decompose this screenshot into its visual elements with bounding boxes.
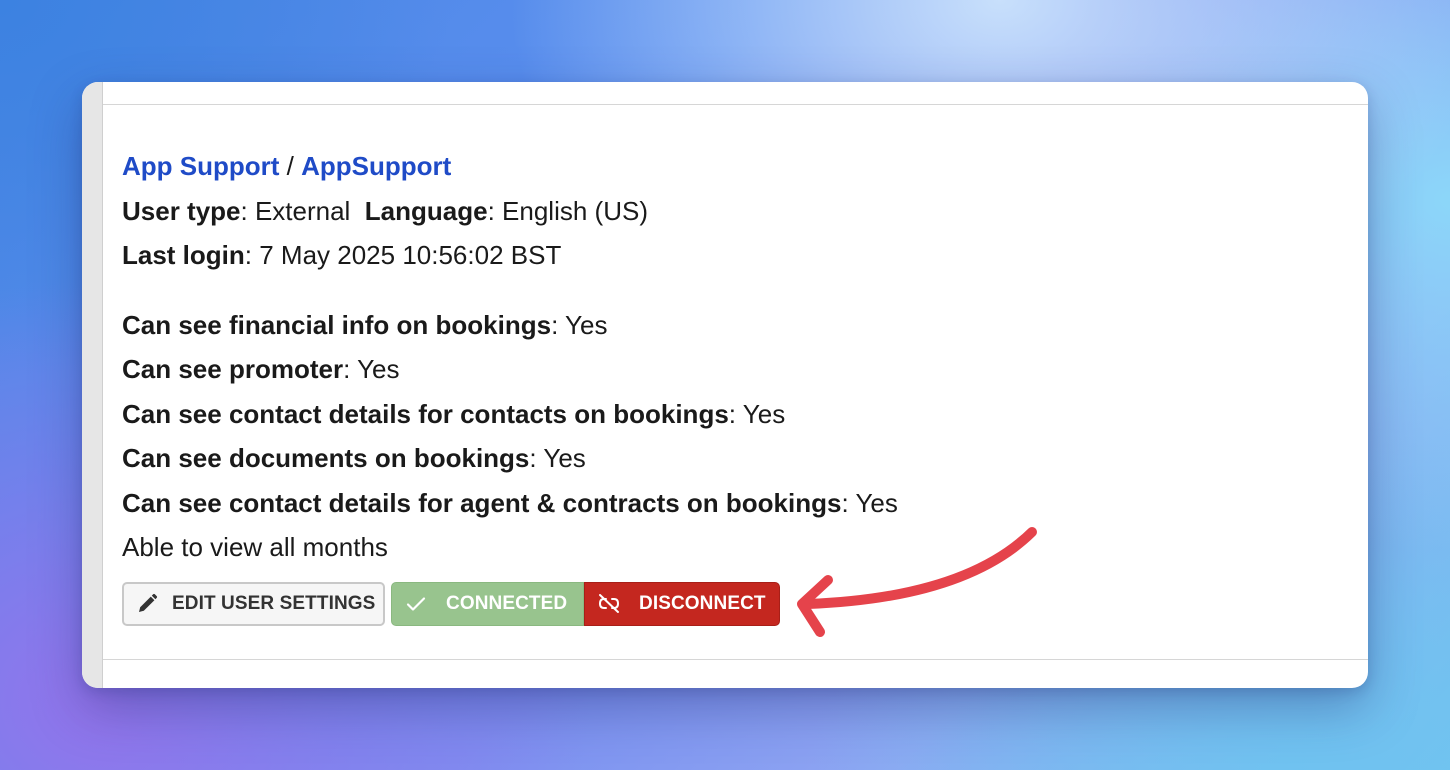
group-link[interactable]: App Support: [122, 151, 279, 181]
permission-value: Yes: [855, 487, 898, 518]
permission-row: Can see documents on bookings: Yes: [122, 443, 586, 473]
divider-bottom: [103, 659, 1368, 660]
curved-arrow-icon: [797, 527, 1037, 637]
left-strip: [82, 82, 103, 688]
edit-button-label: EDIT USER SETTINGS: [172, 593, 376, 614]
user-type-label: User type: [122, 195, 241, 226]
breadcrumb-separator: /: [286, 151, 294, 181]
permission-value: Yes: [565, 309, 608, 340]
pencil-icon: [136, 593, 158, 615]
connected-status-button[interactable]: CONNECTED: [391, 582, 584, 626]
permission-value: Yes: [357, 354, 400, 384]
disconnect-button-label: DISCONNECT: [639, 593, 766, 614]
permission-value: Yes: [543, 443, 586, 473]
permission-label: Can see financial info on bookings: [122, 309, 552, 340]
action-buttons: EDIT USER SETTINGS CONNECTED DISCONNECT: [122, 582, 780, 626]
edit-user-settings-button[interactable]: EDIT USER SETTINGS: [122, 582, 385, 626]
check-icon: [406, 596, 428, 612]
permission-label: Can see contact details for agent & cont…: [122, 487, 842, 518]
permission-row: Can see contact details for contacts on …: [122, 398, 786, 429]
user-details-card: App Support / AppSupport User type: Exte…: [82, 82, 1368, 688]
permission-row: Can see financial info on bookings: Yes: [122, 309, 608, 340]
disconnect-button[interactable]: DISCONNECT: [584, 582, 780, 626]
months-note: Able to view all months: [122, 532, 388, 562]
user-name-link[interactable]: AppSupport: [301, 151, 451, 181]
permission-row: Can see contact details for agent & cont…: [122, 487, 898, 518]
permission-label: Can see contact details for contacts on …: [122, 398, 729, 429]
connected-button-label: CONNECTED: [446, 593, 568, 614]
user-details: App Support / AppSupport User type: Exte…: [122, 144, 898, 570]
divider-top: [103, 104, 1368, 105]
language-value: English (US): [502, 195, 648, 226]
user-breadcrumb: App Support / AppSupport: [122, 144, 898, 189]
last-login-value: 7 May 2025 10:56:02 BST: [259, 240, 562, 270]
unlink-icon: [597, 594, 623, 614]
language-label: Language: [364, 195, 488, 226]
permission-label: Can see promoter: [122, 354, 344, 384]
user-type-row: User type: External Language: English (U…: [122, 195, 648, 226]
last-login-label: Last login: [122, 240, 245, 270]
user-type-value: External: [254, 195, 351, 226]
permission-label: Can see documents on bookings: [122, 443, 530, 473]
permission-value: Yes: [742, 398, 786, 429]
last-login-row: Last login: 7 May 2025 10:56:02 BST: [122, 240, 562, 270]
permission-row: Can see promoter: Yes: [122, 354, 400, 384]
